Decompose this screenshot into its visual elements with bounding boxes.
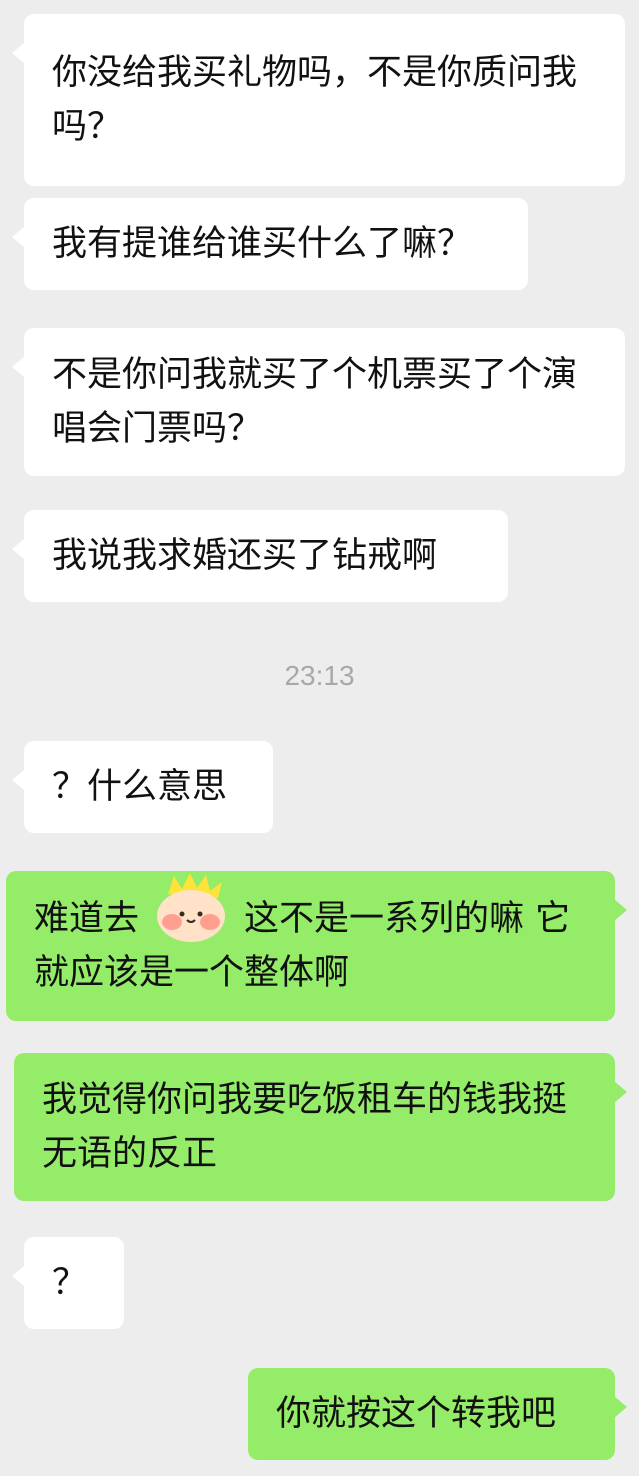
message-text: 我觉得你问我要吃饭租车的钱我挺无语的反正 bbox=[42, 1080, 568, 1174]
message-text: 我说我求婚还买了钻戒啊 bbox=[52, 536, 438, 576]
message-bubble-outgoing[interactable]: 你就按这个转我吧 bbox=[248, 1368, 627, 1460]
message-text: 你没给我买礼物吗，不是你质问我吗？ bbox=[52, 53, 578, 147]
message-text: 我有提谁给谁买什么了嘛？ bbox=[52, 224, 473, 264]
message-text: 难道去 这不是一系列的嘛 它就应该是一个整体啊 bbox=[34, 899, 571, 993]
message-bubble-outgoing[interactable]: 我觉得你问我要吃饭租车的钱我挺无语的反正 bbox=[14, 1053, 627, 1201]
chat-timestamp: 23:13 bbox=[284, 660, 355, 691]
message-bubble-outgoing[interactable]: 难道去 这不是一系列的嘛 它就应该是一个整体啊 bbox=[6, 871, 627, 1021]
message-bubble-incoming[interactable]: 你没给我买礼物吗，不是你质问我吗？ bbox=[12, 14, 625, 186]
message-bubble-incoming[interactable]: ？什么意思 bbox=[12, 741, 273, 833]
message-text: ？什么意思 bbox=[52, 767, 228, 807]
message-text: ？ bbox=[52, 1263, 88, 1303]
message-text: 不是你问我就买了个机票买了个演唱会门票吗？ bbox=[52, 355, 578, 449]
message-bubble-incoming[interactable]: 我说我求婚还买了钻戒啊 bbox=[12, 510, 508, 602]
message-bubble-incoming[interactable]: ？ bbox=[12, 1237, 124, 1329]
message-text: 你就按这个转我吧 bbox=[276, 1394, 557, 1434]
message-bubble-incoming[interactable]: 不是你问我就买了个机票买了个演唱会门票吗？ bbox=[12, 328, 625, 476]
message-bubble-incoming[interactable]: 我有提谁给谁买什么了嘛？ bbox=[12, 198, 528, 290]
blushing-face-sticker-icon bbox=[157, 873, 225, 942]
